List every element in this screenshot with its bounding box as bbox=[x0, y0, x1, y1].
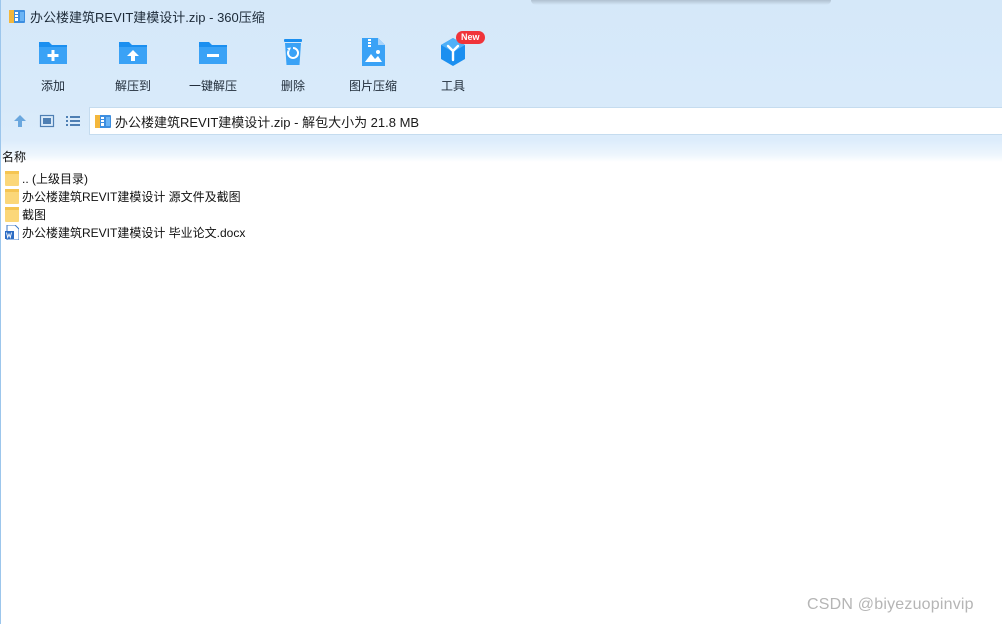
one-click-extract-label: 一键解压 bbox=[188, 79, 237, 93]
list-item[interactable]: .. (上级目录) bbox=[5, 169, 405, 187]
add-folder-icon bbox=[39, 42, 67, 64]
list-view-icon[interactable] bbox=[65, 113, 81, 129]
zip-archive-icon bbox=[95, 115, 111, 128]
one-click-extract-button[interactable]: 一键解压 bbox=[173, 36, 253, 96]
extract-to-icon bbox=[119, 42, 147, 64]
word-document-icon bbox=[5, 224, 19, 240]
folder-icon bbox=[5, 206, 19, 222]
one-click-extract-icon bbox=[199, 42, 227, 64]
toolbar: 添加 解压到 一键解压 删除 图片压缩 New 工具 bbox=[1, 31, 521, 96]
delete-label: 删除 bbox=[280, 79, 305, 93]
watermark: CSDN @biyezuopinvip bbox=[807, 596, 974, 613]
file-list: .. (上级目录) 办公楼建筑REVIT建模设计 源文件及截图 截图 办公楼建筑… bbox=[5, 169, 405, 241]
app-window: 办公楼建筑REVIT建模设计.zip - 360压缩 添加 解压到 一键解压 删… bbox=[0, 0, 1002, 624]
header-area: 办公楼建筑REVIT建模设计.zip - 360压缩 添加 解压到 一键解压 删… bbox=[1, 0, 1002, 162]
image-compress-button[interactable]: 图片压缩 bbox=[333, 36, 413, 96]
image-compress-icon bbox=[362, 38, 385, 66]
list-item-label: 办公楼建筑REVIT建模设计 毕业论文.docx bbox=[22, 225, 246, 240]
tools-label: 工具 bbox=[440, 79, 465, 93]
add-button[interactable]: 添加 bbox=[13, 36, 93, 96]
list-item-label: 截图 bbox=[22, 207, 47, 222]
window-title: 办公楼建筑REVIT建模设计.zip - 360压缩 bbox=[30, 9, 265, 25]
folder-icon bbox=[5, 170, 19, 186]
archive-path: 办公楼建筑REVIT建模设计.zip - 解包大小为 21.8 MB bbox=[115, 114, 420, 130]
list-item[interactable]: 截图 bbox=[5, 205, 405, 223]
column-header-name[interactable]: 名称 bbox=[2, 148, 26, 165]
folder-icon bbox=[5, 188, 19, 204]
image-compress-label: 图片压缩 bbox=[348, 79, 397, 93]
up-arrow-icon[interactable] bbox=[12, 113, 28, 129]
address-bar[interactable]: 办公楼建筑REVIT建模设计.zip - 解包大小为 21.8 MB bbox=[89, 107, 1002, 135]
window-shadow bbox=[531, 0, 831, 5]
extract-to-button[interactable]: 解压到 bbox=[93, 36, 173, 96]
delete-button[interactable]: 删除 bbox=[253, 36, 333, 96]
thumbnail-view-icon[interactable] bbox=[39, 113, 55, 129]
new-badge: New bbox=[456, 31, 485, 44]
list-item-label: .. (上级目录) bbox=[22, 171, 88, 186]
add-label: 添加 bbox=[40, 79, 65, 93]
title-bar: 办公楼建筑REVIT建模设计.zip - 360压缩 bbox=[9, 6, 265, 26]
tools-button[interactable]: New 工具 bbox=[413, 31, 493, 96]
extract-to-label: 解压到 bbox=[114, 79, 151, 93]
zip-archive-icon bbox=[9, 10, 25, 23]
list-item[interactable]: 办公楼建筑REVIT建模设计 源文件及截图 bbox=[5, 187, 405, 205]
list-item-label: 办公楼建筑REVIT建模设计 源文件及截图 bbox=[22, 189, 241, 204]
tools-icon-wrap: New bbox=[437, 31, 485, 68]
list-item[interactable]: 办公楼建筑REVIT建模设计 毕业论文.docx bbox=[5, 223, 405, 241]
navigation-bar: 办公楼建筑REVIT建模设计.zip - 解包大小为 21.8 MB bbox=[1, 106, 1002, 136]
recycle-bin-icon bbox=[284, 39, 302, 65]
